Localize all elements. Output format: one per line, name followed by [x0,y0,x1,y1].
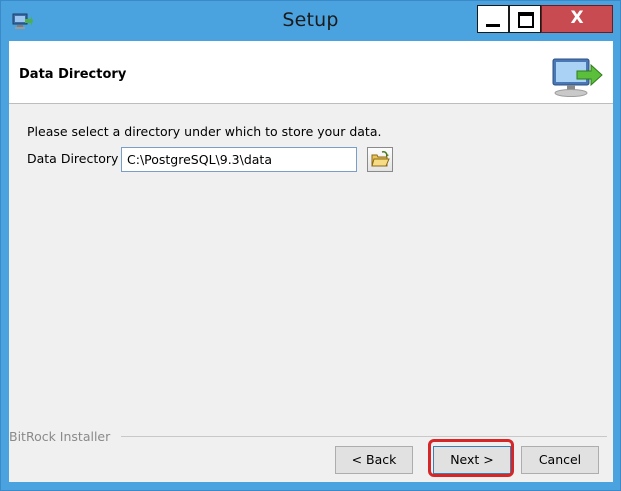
back-button[interactable]: < Back [335,446,413,474]
footer-divider [121,436,607,437]
close-icon: X [570,8,584,28]
setup-window: Setup X Data Directory Please select a d… [0,0,621,491]
data-directory-input[interactable] [121,147,357,172]
dialog-client-area: Data Directory Please select a directory… [9,41,613,482]
minimize-button[interactable] [477,5,509,33]
minimize-icon [486,24,500,27]
next-button-highlight [428,439,514,477]
installer-label: BitRock Installer [9,429,111,444]
close-button[interactable]: X [541,5,613,33]
data-directory-label: Data Directory [27,151,119,166]
browse-button[interactable] [367,147,393,172]
maximize-button[interactable] [509,5,541,33]
cancel-button[interactable]: Cancel [521,446,599,474]
title-bar[interactable]: Setup X [1,1,620,41]
computer-arrow-icon [552,58,603,97]
page-title: Data Directory [19,67,127,82]
wizard-header: Data Directory [9,41,613,104]
maximize-icon [518,12,534,28]
folder-open-icon [371,151,390,167]
instruction-text: Please select a directory under which to… [27,124,382,139]
